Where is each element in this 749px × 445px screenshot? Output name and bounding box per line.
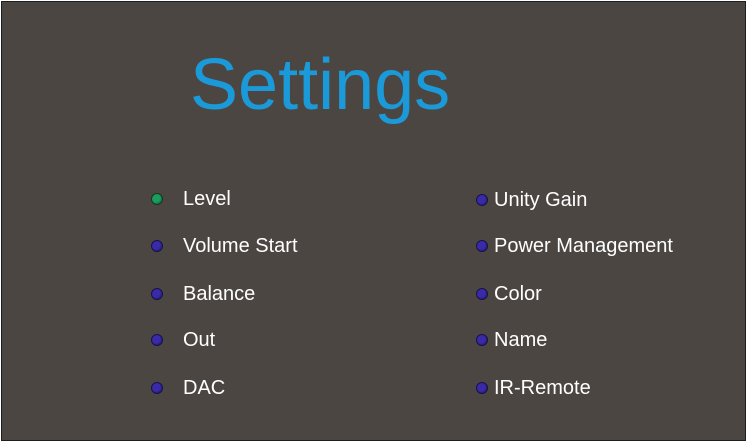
- menu-item-level[interactable]: Level: [151, 187, 231, 211]
- menu-item-label: DAC: [183, 377, 226, 399]
- menu-item-label: Volume Start: [183, 235, 298, 257]
- menu-item-label: Power Management: [494, 235, 673, 257]
- menu-item-volume-start[interactable]: Volume Start: [151, 234, 298, 258]
- settings-screen: Settings Level Volume Start Balance Out …: [1, 1, 746, 441]
- menu-item-label: Name: [494, 329, 548, 351]
- radio-indicator-icon: [151, 288, 163, 300]
- radio-indicator-icon: [476, 240, 488, 252]
- menu-item-unity-gain[interactable]: Unity Gain: [476, 188, 587, 212]
- menu-item-balance[interactable]: Balance: [151, 282, 255, 306]
- menu-item-label: Color: [494, 283, 542, 305]
- menu-item-label: Unity Gain: [494, 189, 588, 211]
- menu-item-label: IR-Remote: [494, 377, 591, 399]
- menu-item-name[interactable]: Name: [476, 328, 547, 352]
- menu-item-out[interactable]: Out: [151, 328, 215, 352]
- radio-indicator-icon: [476, 382, 488, 394]
- menu-item-power-management[interactable]: Power Management: [476, 234, 673, 258]
- menu-item-label: Out: [183, 329, 216, 351]
- menu-item-color[interactable]: Color: [476, 282, 542, 306]
- menu-item-dac[interactable]: DAC: [151, 376, 225, 400]
- radio-indicator-icon: [151, 240, 163, 252]
- radio-indicator-icon: [476, 334, 488, 346]
- radio-indicator-icon: [476, 288, 488, 300]
- menu-item-label: Balance: [183, 283, 256, 305]
- page-title: Settings: [190, 45, 451, 125]
- selected-indicator-icon: [151, 193, 163, 205]
- radio-indicator-icon: [151, 382, 163, 394]
- menu-item-label: Level: [183, 188, 231, 210]
- radio-indicator-icon: [151, 334, 163, 346]
- menu-item-ir-remote[interactable]: IR-Remote: [476, 376, 591, 400]
- radio-indicator-icon: [476, 194, 488, 206]
